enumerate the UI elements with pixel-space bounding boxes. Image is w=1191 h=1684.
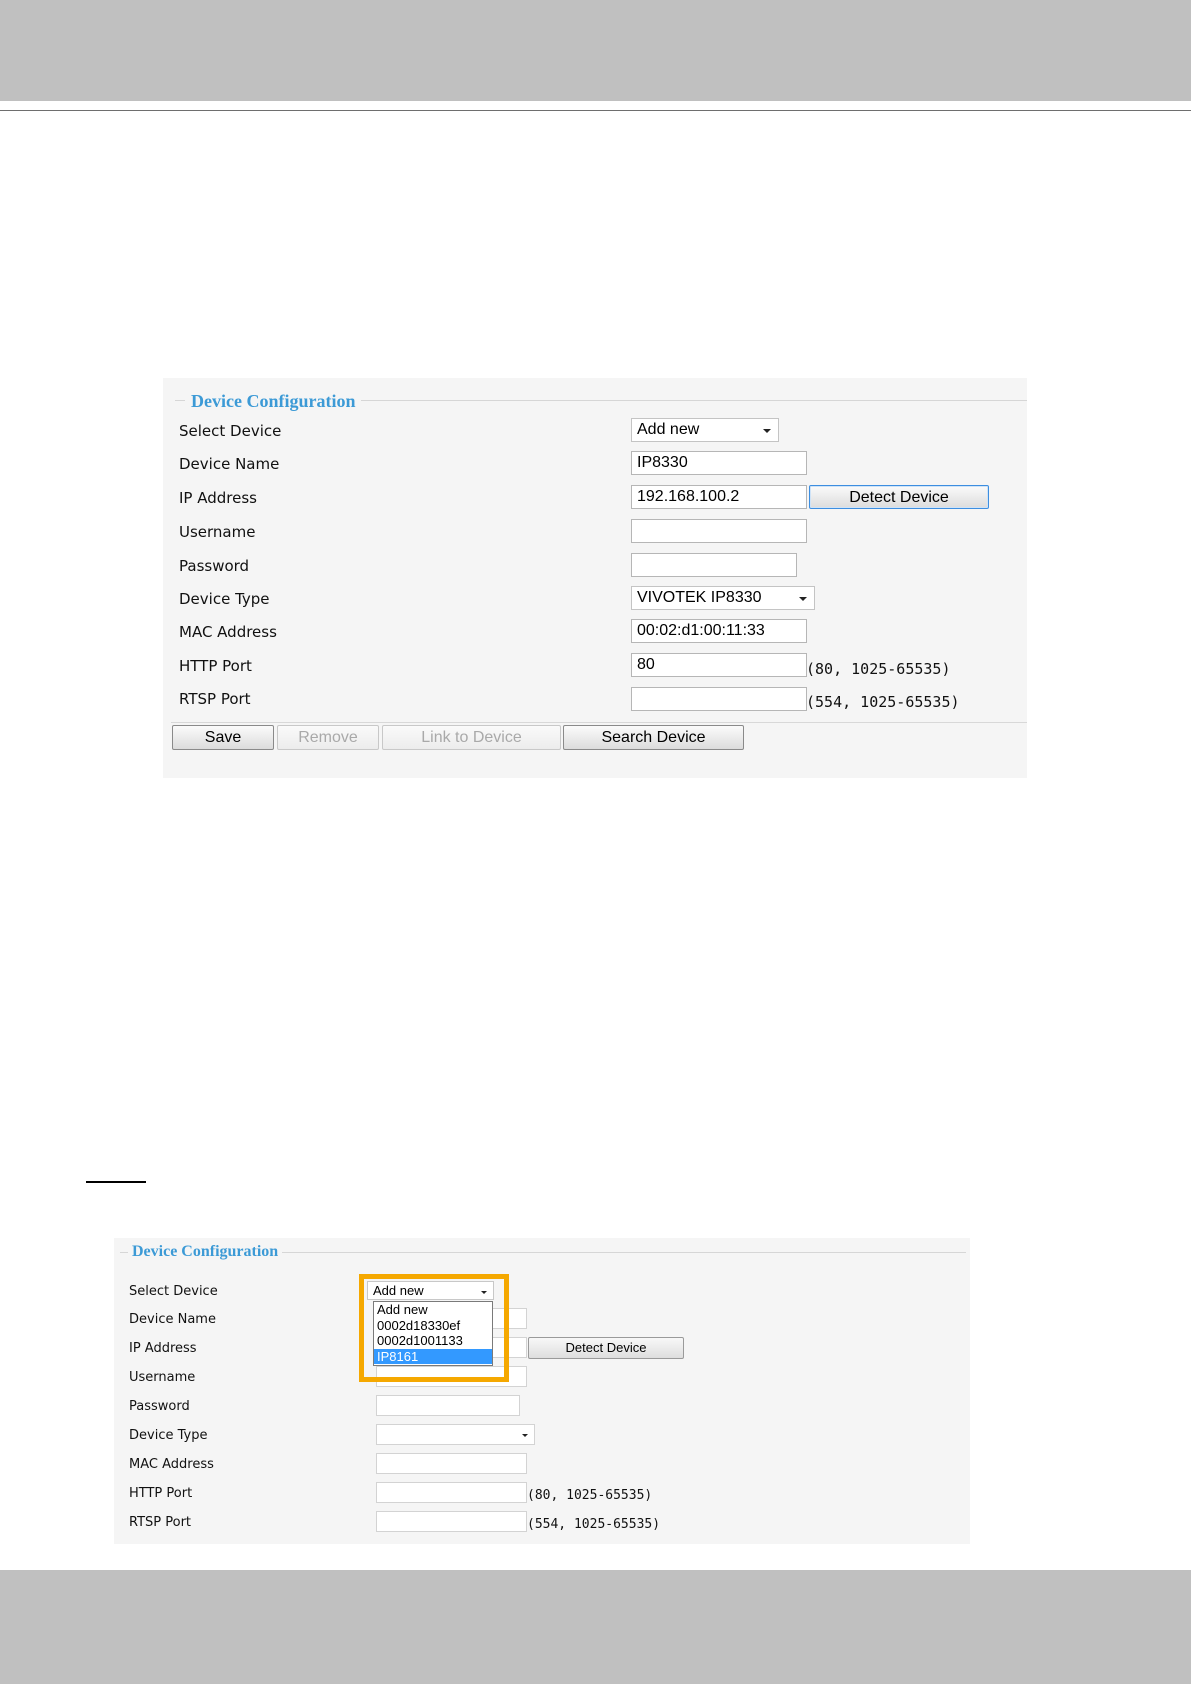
http-port-label: HTTP Port bbox=[179, 657, 252, 675]
highlight-box bbox=[359, 1274, 509, 1382]
http-port-input[interactable] bbox=[376, 1482, 527, 1503]
device-name-label: Device Name bbox=[179, 455, 280, 473]
chevron-down-icon bbox=[799, 597, 807, 601]
remove-button[interactable]: Remove bbox=[277, 725, 379, 750]
http-port-hint: (80, 1025-65535) bbox=[806, 660, 951, 678]
select-device-dropdown[interactable]: Add new bbox=[631, 418, 779, 442]
device-name-label: Device Name bbox=[129, 1312, 216, 1327]
select-device-label: Select Device bbox=[179, 422, 282, 440]
panel-title: Device Configuration bbox=[128, 1243, 283, 1261]
username-label: Username bbox=[179, 523, 256, 541]
username-label: Username bbox=[129, 1370, 196, 1385]
rtsp-port-label: RTSP Port bbox=[179, 690, 251, 708]
page-header-band bbox=[0, 0, 1191, 101]
password-label: Password bbox=[129, 1399, 190, 1414]
device-type-value: VIVOTEK IP8330 bbox=[637, 589, 762, 606]
password-input[interactable] bbox=[631, 553, 797, 577]
username-input[interactable] bbox=[631, 519, 807, 543]
select-device-label: Select Device bbox=[129, 1284, 218, 1299]
detect-device-button[interactable]: Detect Device bbox=[809, 485, 989, 509]
http-port-label: HTTP Port bbox=[129, 1486, 193, 1501]
device-type-dropdown[interactable]: VIVOTEK IP8330 bbox=[631, 586, 815, 610]
device-configuration-panel-dropdown-open: Device Configuration Select Device Devic… bbox=[114, 1238, 970, 1544]
link-to-device-button[interactable]: Link to Device bbox=[382, 725, 561, 750]
rtsp-port-input[interactable] bbox=[631, 687, 807, 711]
rtsp-port-hint: (554, 1025-65535) bbox=[806, 693, 960, 711]
device-type-label: Device Type bbox=[129, 1428, 208, 1443]
rtsp-port-hint: (554, 1025-65535) bbox=[527, 1517, 661, 1532]
rtsp-port-label: RTSP Port bbox=[129, 1515, 192, 1530]
password-label: Password bbox=[179, 557, 250, 575]
select-device-value: Add new bbox=[637, 421, 700, 438]
detect-device-button[interactable]: Detect Device bbox=[528, 1337, 684, 1359]
note-underline bbox=[86, 1181, 146, 1183]
chevron-down-icon bbox=[763, 429, 771, 433]
mac-address-label: MAC Address bbox=[129, 1457, 214, 1472]
ip-address-label: IP Address bbox=[179, 489, 257, 507]
mac-address-input[interactable] bbox=[376, 1453, 527, 1474]
mac-address-label: MAC Address bbox=[179, 623, 277, 641]
button-row-divider bbox=[171, 722, 1027, 723]
device-type-dropdown[interactable] bbox=[376, 1424, 535, 1445]
rtsp-port-input[interactable] bbox=[376, 1511, 527, 1532]
chevron-down-icon bbox=[522, 1434, 528, 1437]
panel-title: Device Configuration bbox=[185, 391, 362, 412]
mac-address-input[interactable]: 00:02:d1:00:11:33 bbox=[631, 619, 807, 643]
password-input[interactable] bbox=[376, 1395, 520, 1416]
search-device-button[interactable]: Search Device bbox=[563, 725, 744, 750]
ip-address-input[interactable]: 192.168.100.2 bbox=[631, 485, 807, 509]
http-port-hint: (80, 1025-65535) bbox=[527, 1488, 653, 1503]
ip-address-label: IP Address bbox=[129, 1341, 197, 1356]
device-configuration-panel: Device Configuration Select Device Add n… bbox=[163, 378, 1027, 778]
device-name-input[interactable]: IP8330 bbox=[631, 451, 807, 475]
page-footer-band bbox=[0, 1570, 1191, 1684]
device-type-label: Device Type bbox=[179, 590, 270, 608]
http-port-input[interactable]: 80 bbox=[631, 653, 807, 677]
save-button[interactable]: Save bbox=[172, 725, 274, 750]
header-rule bbox=[0, 110, 1191, 111]
